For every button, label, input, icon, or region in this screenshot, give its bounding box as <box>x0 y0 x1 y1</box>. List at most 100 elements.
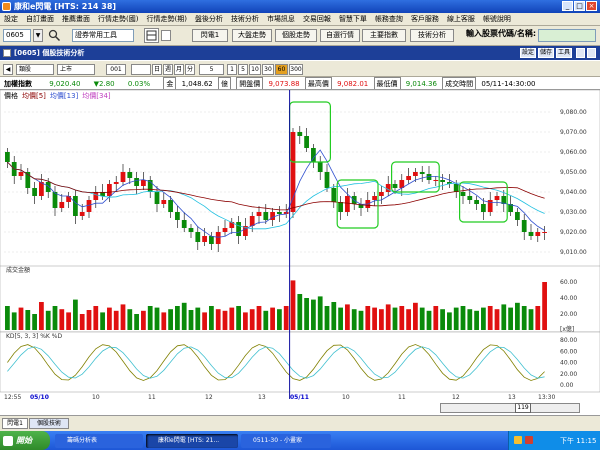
stock-input-label: 輸入股票代碼/名稱: <box>466 29 537 38</box>
interval-10[interactable]: 10 <box>249 64 261 75</box>
scroll-value[interactable]: 119 <box>515 403 531 413</box>
panel-close-button[interactable] <box>587 48 596 58</box>
task-paint[interactable]: 0511-30 - 小畫家 <box>241 434 331 448</box>
search-icon[interactable] <box>48 29 61 42</box>
volume-bar <box>351 309 357 330</box>
menu-item-8[interactable]: 交易回報 <box>299 13 335 26</box>
menu-item-9[interactable]: 智慧下單 <box>335 13 371 26</box>
high-label: 最高價 <box>304 77 332 89</box>
panel-tools-button[interactable]: 工具 <box>556 48 572 58</box>
candle-body <box>154 192 160 204</box>
menu-item-7[interactable]: 市場訊息 <box>263 13 299 26</box>
code-dropdown[interactable]: 001 <box>106 64 126 75</box>
period-minute[interactable]: 分 <box>185 64 195 75</box>
period-day[interactable]: 日 <box>152 64 162 75</box>
bottom-tab-bar <box>0 415 600 431</box>
volume-bar <box>474 310 479 330</box>
market-dropdown[interactable]: 上市 <box>57 64 95 75</box>
candle-body <box>79 212 85 216</box>
volume-bar <box>338 307 343 330</box>
menu-item-3[interactable]: 行情走勢(國) <box>94 13 142 26</box>
maximize-button[interactable]: □ <box>574 1 585 11</box>
index-name: 加權指數 <box>4 80 32 88</box>
task-chips-analysis[interactable]: 籌碼分析表 <box>55 434 143 448</box>
menu-item-6[interactable]: 技術分析 <box>227 13 263 26</box>
panel-setting-button[interactable]: 設定 <box>520 48 536 58</box>
menu-item-4[interactable]: 行情走勢(期) <box>142 13 190 26</box>
interval-5[interactable]: 5 <box>238 64 248 75</box>
interval-1[interactable]: 1 <box>227 64 237 75</box>
price-tick-label: 9,060.00 <box>560 149 587 156</box>
x-axis-label: 12 <box>452 394 460 401</box>
candle-body <box>494 196 500 200</box>
nav-left-button[interactable]: ◀ <box>3 64 13 75</box>
candle-body <box>345 196 350 212</box>
volume-bar <box>175 306 180 330</box>
task-hts-app[interactable]: 康和e閃電 [HTS: 21... <box>146 434 238 448</box>
volume-bar <box>372 307 377 330</box>
price-tick-label: 9,010.00 <box>560 249 587 256</box>
menu-item-1[interactable]: 自訂畫面 <box>22 13 58 26</box>
candle-body <box>181 220 187 228</box>
candle-body <box>66 196 71 202</box>
tab-flash1[interactable]: 閃電1 <box>2 418 28 429</box>
candle-body <box>419 172 425 174</box>
period-month[interactable]: 月 <box>174 64 184 75</box>
candle-body <box>542 232 547 233</box>
volume-bar <box>433 306 439 330</box>
menu-item-10[interactable]: 帳務查詢 <box>371 13 407 26</box>
candle-body <box>263 212 269 220</box>
menu-item-2[interactable]: 推薦畫面 <box>58 13 94 26</box>
candle-body <box>440 180 445 182</box>
volume-bar <box>256 306 262 330</box>
interval-300[interactable]: 300 <box>289 64 303 75</box>
high-value: 9,082.01 <box>337 80 369 88</box>
chart-panel-frame <box>0 331 600 393</box>
volume-bar <box>79 314 85 330</box>
type-dropdown[interactable]: 類股 <box>16 64 54 75</box>
candle-body <box>297 132 303 136</box>
horizontal-scrollbar[interactable] <box>440 403 580 413</box>
technical-chart[interactable]: 9,080.00 9,070.00 9,060.00 9,050.00 9,040.00… <box>0 90 600 415</box>
quote-info-bar: 加權指數 9,020.40 ▼2.80 0.03% 金 1,048.62 億 開… <box>0 77 600 90</box>
menu-item-0[interactable]: 設定 <box>0 13 22 26</box>
stock-code-input[interactable]: 0605 <box>3 29 31 42</box>
volume-bar <box>222 310 228 330</box>
minimize-button[interactable]: _ <box>562 1 573 11</box>
menu-item-13[interactable]: 帳號說明 <box>479 13 515 26</box>
toolbar-button-2[interactable]: 個股走勢 <box>275 29 317 42</box>
tool-icon[interactable] <box>144 28 159 43</box>
minute-dropdown[interactable]: 5 <box>199 64 224 75</box>
tool-dropdown[interactable]: 證券常用工具 <box>72 29 134 42</box>
volume-tick-label: 40.00 <box>560 295 577 302</box>
volume-bar <box>304 298 309 330</box>
menu-item-12[interactable]: 線上客服 <box>443 13 479 26</box>
toolbar-button-0[interactable]: 閃電1 <box>192 29 228 42</box>
tab-stock-technical[interactable]: 個股技術 <box>29 418 69 429</box>
stock-name-field[interactable] <box>131 64 151 75</box>
x-axis-label: 11 <box>398 394 406 401</box>
close-button[interactable]: × <box>586 1 597 11</box>
panel-save-button[interactable]: 儲存 <box>538 48 554 58</box>
toolbar-button-4[interactable]: 主要指數 <box>362 29 406 42</box>
interval-30[interactable]: 30 <box>262 64 274 75</box>
interval-60[interactable]: 60 <box>275 64 288 75</box>
candle-body <box>338 202 343 212</box>
menu-item-5[interactable]: 盤後分析 <box>191 13 227 26</box>
panel-minimize-button[interactable] <box>576 48 585 58</box>
small-tool-icon[interactable] <box>161 30 171 41</box>
candle-body <box>195 232 201 242</box>
toolbar-button-3[interactable]: 自選行情 <box>320 29 360 42</box>
period-week[interactable]: 週 <box>163 64 173 75</box>
code-dropdown-arrow-icon[interactable]: ▼ <box>33 29 43 42</box>
menu-item-11[interactable]: 客戶服務 <box>407 13 443 26</box>
candle-body <box>127 172 133 178</box>
volume-bar <box>161 312 167 330</box>
network-icon <box>514 436 522 444</box>
volume-bar <box>66 312 71 330</box>
x-axis-label: 05/11 <box>290 394 309 401</box>
toolbar-button-1[interactable]: 大盤走勢 <box>232 29 272 42</box>
stock-name-input[interactable] <box>538 29 596 42</box>
kd-tick-label: 40.00 <box>560 360 577 367</box>
toolbar-button-5[interactable]: 技術分析 <box>410 29 454 42</box>
